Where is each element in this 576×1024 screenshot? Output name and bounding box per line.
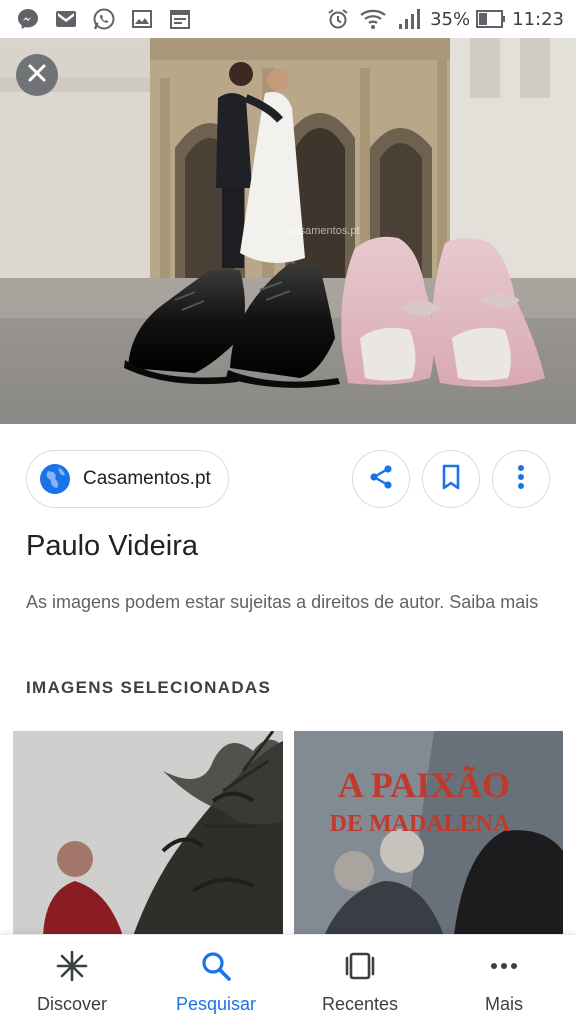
copyright-notice[interactable]: As imagens podem estar sujeitas a direit… <box>26 586 546 618</box>
share-button[interactable] <box>352 450 410 508</box>
battery-percent: 35% <box>430 8 471 30</box>
gallery-icon <box>130 7 154 31</box>
status-bar: 35% 11:23 <box>0 0 576 38</box>
nav-search-label: Pesquisar <box>175 994 257 1014</box>
close-button[interactable] <box>16 54 58 96</box>
more-options-button[interactable] <box>492 450 550 508</box>
whatsapp-icon <box>92 7 116 31</box>
related-image-1[interactable] <box>13 731 283 936</box>
source-chip[interactable]: Casamentos.pt <box>26 450 229 508</box>
alarm-icon <box>326 7 350 31</box>
nav-search[interactable]: Pesquisar <box>144 935 288 1024</box>
bottom-navigation: Discover Pesquisar Recentes Mais <box>0 934 576 1024</box>
discover-icon <box>55 949 89 988</box>
status-time: 11:23 <box>512 8 564 30</box>
recents-icon <box>343 949 377 988</box>
globe-icon <box>39 463 71 495</box>
related-image-2[interactable]: A PAIXÃO DE MADALENA <box>294 731 563 936</box>
nav-recents-label: Recentes <box>321 994 399 1014</box>
nav-discover-label: Discover <box>36 994 107 1014</box>
section-header: IMAGENS SELECIONADAS <box>26 678 272 697</box>
bookmark-icon <box>439 463 463 496</box>
search-icon <box>199 949 233 988</box>
more-vert-icon <box>516 463 526 496</box>
hero-watermark: casamentos.pt <box>288 225 360 237</box>
messenger-icon <box>16 7 40 31</box>
wifi-icon <box>356 7 390 31</box>
nav-more-label: Mais <box>484 994 523 1014</box>
signal-icon <box>396 7 424 31</box>
share-icon <box>367 463 395 496</box>
image-title: Paulo Videira <box>26 530 198 562</box>
nav-discover[interactable]: Discover <box>0 935 144 1024</box>
nav-recents[interactable]: Recentes <box>288 935 432 1024</box>
nav-more[interactable]: Mais <box>432 935 576 1024</box>
close-icon <box>26 62 48 89</box>
thumb-title-line1: A PAIXÃO <box>338 765 510 805</box>
gmail-icon <box>54 7 78 31</box>
calendar-icon <box>168 7 192 31</box>
notification-icons <box>16 7 192 31</box>
bookmark-button[interactable] <box>422 450 480 508</box>
thumb-title-line2: DE MADALENA <box>330 811 511 837</box>
system-status: 35% 11:23 <box>326 7 564 31</box>
hero-image[interactable]: casamentos.pt <box>0 38 576 424</box>
battery-icon <box>476 7 506 31</box>
source-site-name: Casamentos.pt <box>83 468 211 489</box>
more-horiz-icon <box>487 949 521 988</box>
